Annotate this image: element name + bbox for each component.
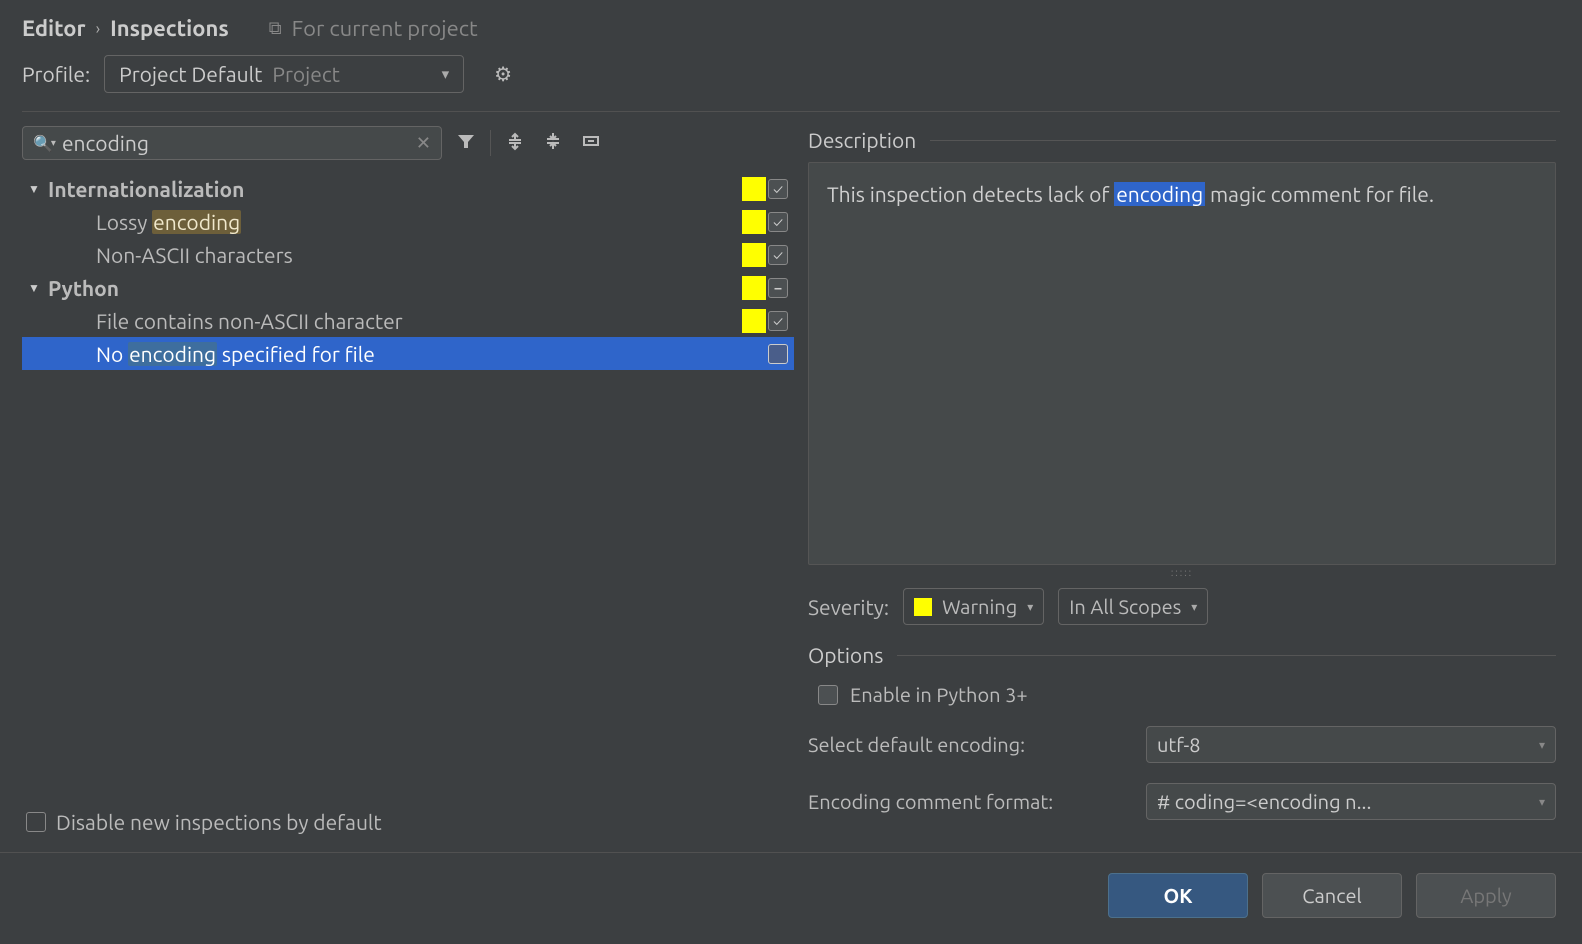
expand-toggle-icon[interactable]: ▼ (28, 182, 48, 196)
tree-item[interactable]: File contains non-ASCII character (22, 304, 794, 337)
profile-name: Project Default (119, 62, 262, 86)
profile-label: Profile: (22, 62, 90, 86)
chevron-right-icon: › (96, 20, 101, 38)
tree-label: File contains non-ASCII character (96, 309, 742, 333)
left-pane: 🔍 ▾ ✕ ▼InternationalizationLossy encodin… (22, 126, 794, 834)
highlight: encoding (152, 210, 241, 234)
default-encoding-label: Select default encoding: (808, 733, 1128, 756)
breadcrumb: Editor › Inspections ⧉ For current proje… (0, 0, 1582, 51)
checkbox[interactable] (26, 812, 46, 832)
description-text: This inspection detects lack of encoding… (808, 162, 1556, 565)
profile-row: Profile: Project Default Project ▾ ⚙ (0, 51, 1582, 111)
separator (490, 130, 491, 156)
profile-scope: Project (272, 62, 431, 86)
scope-dropdown[interactable]: In All Scopes ▾ (1058, 588, 1208, 625)
severity-swatch (742, 243, 766, 267)
checkbox[interactable] (768, 311, 788, 331)
disable-new-label: Disable new inspections by default (56, 810, 382, 834)
checkbox[interactable] (768, 245, 788, 265)
checkbox[interactable] (818, 685, 838, 705)
checkbox[interactable] (768, 212, 788, 232)
filter-icon[interactable] (452, 131, 480, 155)
search-input-wrapper[interactable]: 🔍 ▾ ✕ (22, 126, 442, 160)
comment-format-label: Encoding comment format: (808, 790, 1128, 813)
checkbox[interactable] (768, 344, 788, 364)
chevron-down-icon: ▾ (1027, 600, 1033, 614)
right-pane: Description This inspection detects lack… (794, 126, 1560, 834)
severity-value: Warning (942, 595, 1017, 618)
tree-label: Lossy encoding (96, 210, 742, 234)
copy-icon: ⧉ (269, 18, 282, 39)
tree-label: Internationalization (48, 177, 742, 201)
checkbox[interactable] (768, 179, 788, 199)
default-encoding-value: utf-8 (1157, 733, 1201, 756)
description-title: Description (808, 128, 916, 152)
options-header: Options (808, 643, 1556, 667)
ok-button[interactable]: OK (1108, 873, 1248, 918)
breadcrumb-parent[interactable]: Editor (22, 16, 86, 41)
scope-value: In All Scopes (1069, 595, 1181, 618)
highlight: encoding (128, 342, 217, 366)
divider (22, 111, 1560, 112)
comment-format-row: Encoding comment format: # coding=<encod… (808, 783, 1556, 820)
severity-swatch (742, 210, 766, 234)
search-input[interactable] (62, 131, 416, 155)
scope-label: For current project (292, 16, 478, 41)
search-toolbar: 🔍 ▾ ✕ (22, 126, 794, 160)
chevron-down-icon: ▾ (442, 65, 450, 83)
options-title: Options (808, 643, 883, 667)
apply-button[interactable]: Apply (1416, 873, 1556, 918)
comment-format-dropdown[interactable]: # coding=<encoding n... ▾ (1146, 783, 1556, 820)
inspection-tree[interactable]: ▼InternationalizationLossy encodingNon-A… (22, 172, 794, 800)
gear-icon[interactable]: ⚙ (494, 62, 512, 86)
expand-toggle-icon[interactable]: ▼ (28, 281, 48, 295)
breadcrumb-current: Inspections (110, 16, 229, 41)
severity-swatch (914, 598, 932, 616)
severity-swatch (742, 276, 766, 300)
search-icon: 🔍 (33, 134, 53, 153)
comment-format-value: # coding=<encoding n... (1157, 790, 1371, 813)
tree-label: Python (48, 276, 742, 300)
tree-group[interactable]: ▼Internationalization (22, 172, 794, 205)
checkbox[interactable] (768, 278, 788, 298)
default-encoding-row: Select default encoding: utf-8 ▾ (808, 726, 1556, 763)
severity-swatch (742, 177, 766, 201)
profile-dropdown[interactable]: Project Default Project ▾ (104, 55, 464, 93)
collapse-all-icon[interactable] (539, 131, 567, 155)
tree-label: No encoding specified for file (96, 342, 742, 366)
description-header: Description (808, 128, 1556, 152)
tree-item[interactable]: Non-ASCII characters (22, 238, 794, 271)
enable-py3-label: Enable in Python 3+ (850, 683, 1028, 706)
resize-grip[interactable]: ::::: (804, 567, 1560, 578)
tree-group[interactable]: ▼Python (22, 271, 794, 304)
severity-row: Severity: Warning ▾ In All Scopes ▾ (808, 588, 1556, 625)
chevron-down-icon[interactable]: ▾ (51, 137, 56, 149)
tree-label: Non-ASCII characters (96, 243, 742, 267)
tree-item[interactable]: Lossy encoding (22, 205, 794, 238)
chevron-down-icon: ▾ (1539, 738, 1545, 752)
clear-icon[interactable]: ✕ (416, 133, 431, 154)
cancel-button[interactable]: Cancel (1262, 873, 1402, 918)
tree-item[interactable]: No encoding specified for file (22, 337, 794, 370)
enable-py3-row[interactable]: Enable in Python 3+ (818, 683, 1556, 706)
default-encoding-dropdown[interactable]: utf-8 ▾ (1146, 726, 1556, 763)
severity-label: Severity: (808, 595, 889, 619)
chevron-down-icon: ▾ (1191, 600, 1197, 614)
severity-dropdown[interactable]: Warning ▾ (903, 588, 1044, 625)
severity-swatch (742, 309, 766, 333)
reset-icon[interactable] (577, 131, 605, 155)
highlight: encoding (1114, 182, 1205, 206)
expand-all-icon[interactable] (501, 131, 529, 155)
footer: OK Cancel Apply (0, 852, 1582, 944)
disable-new-row[interactable]: Disable new inspections by default (22, 800, 794, 834)
chevron-down-icon: ▾ (1539, 795, 1545, 809)
